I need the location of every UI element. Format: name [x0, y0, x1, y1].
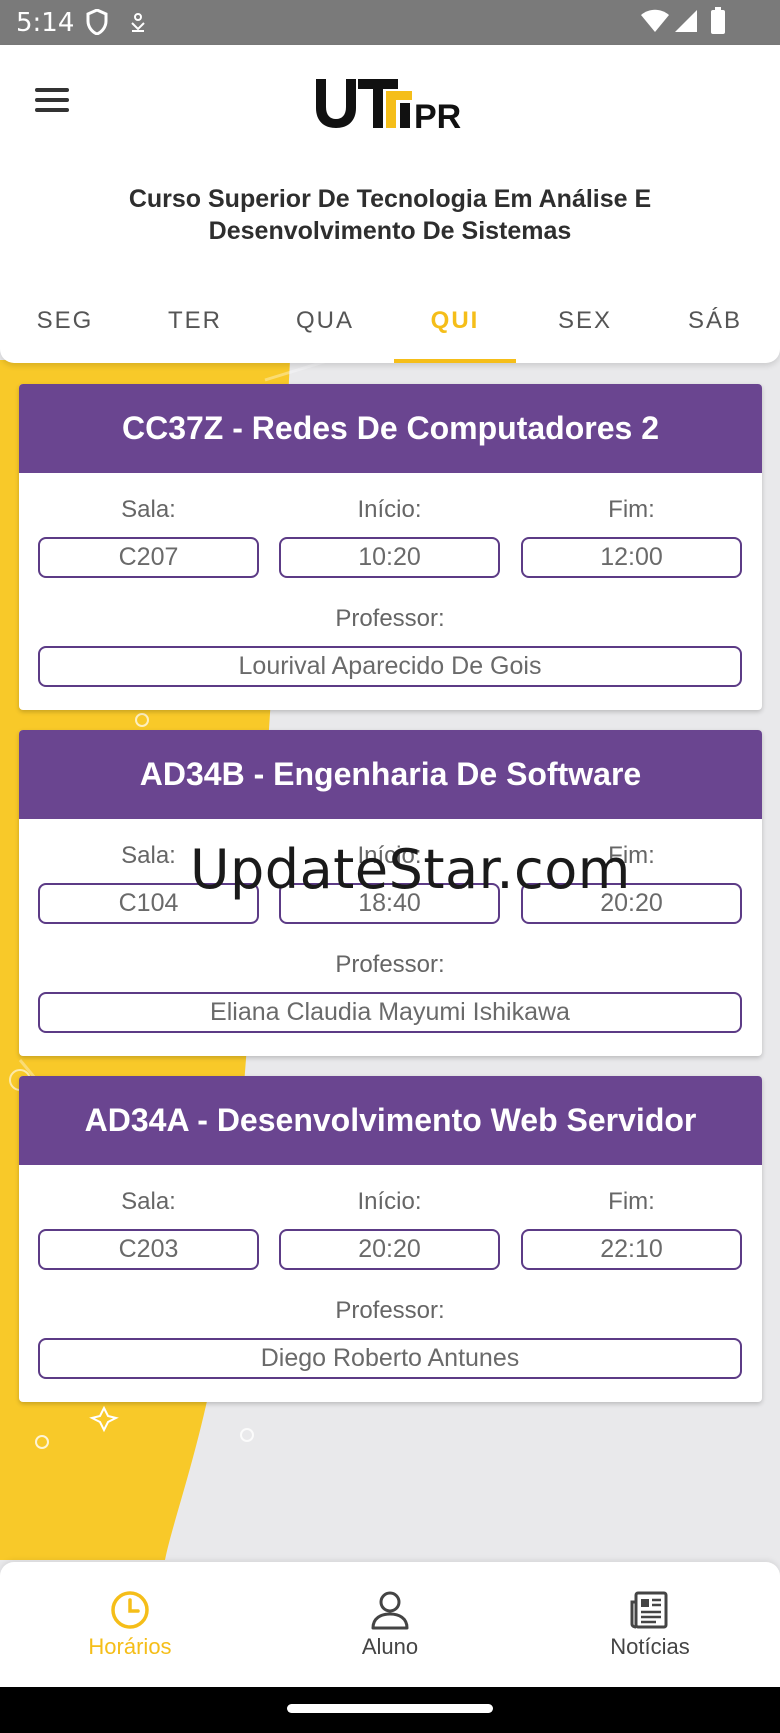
nav-horarios[interactable]: Horários — [50, 1590, 210, 1660]
app-header: PR Curso Superior De Tecnologia Em Análi… — [0, 45, 780, 363]
start-label: Início: — [357, 1188, 422, 1215]
class-title: AD34B - Engenharia De Software — [19, 730, 762, 819]
tab-sab[interactable]: SÁB — [650, 295, 780, 363]
end-value: 22:10 — [521, 1229, 742, 1270]
start-value: 10:20 — [279, 537, 500, 578]
battery-icon — [711, 7, 725, 34]
status-bar: 5:14 — [0, 0, 780, 45]
menu-button[interactable] — [30, 80, 76, 120]
tab-sex[interactable]: SEX — [520, 295, 650, 363]
home-gesture-bar[interactable] — [287, 1704, 493, 1713]
utfpr-logo: PR — [316, 79, 461, 133]
newspaper-icon — [630, 1591, 668, 1629]
system-nav-bar — [0, 1687, 780, 1733]
signal-icon — [675, 10, 697, 32]
nav-noticias[interactable]: Notícias — [570, 1590, 730, 1660]
watermark: UpdateStar.com — [190, 838, 631, 901]
end-value: 12:00 — [521, 537, 742, 578]
download-icon — [131, 13, 145, 32]
bottom-nav: Horários Aluno Notícias — [0, 1562, 780, 1687]
nav-aluno[interactable]: Aluno — [310, 1590, 470, 1660]
room-value: C207 — [38, 537, 259, 578]
class-card[interactable]: AD34A - Desenvolvimento Web Servidor Sal… — [19, 1076, 762, 1402]
nav-label-noticias: Notícias — [610, 1634, 690, 1659]
professor-label: Professor: — [335, 605, 445, 632]
room-label: Sala: — [121, 496, 176, 523]
status-time: 5:14 — [16, 8, 75, 38]
start-value: 20:20 — [279, 1229, 500, 1270]
tab-qua[interactable]: QUA — [260, 295, 390, 363]
start-label: Início: — [357, 496, 422, 523]
end-label: Fim: — [608, 1188, 655, 1215]
professor-value: Diego Roberto Antunes — [38, 1338, 742, 1379]
end-label: Fim: — [608, 496, 655, 523]
weekday-tabs: SEG TER QUA QUI SEX SÁB — [0, 295, 780, 363]
nav-label-aluno: Aluno — [361, 1634, 419, 1659]
room-label: Sala: — [121, 1188, 176, 1215]
class-card[interactable]: CC37Z - Redes De Computadores 2 Sala: In… — [19, 384, 762, 710]
clock-icon — [111, 1591, 149, 1629]
course-title: Curso Superior De Tecnologia Em Análise … — [128, 185, 652, 245]
tab-seg[interactable]: SEG — [0, 295, 130, 363]
wifi-icon — [641, 9, 669, 32]
room-value: C203 — [38, 1229, 259, 1270]
nav-label-horarios: Horários — [88, 1634, 172, 1659]
logo-text: PR — [414, 98, 461, 133]
professor-label: Professor: — [335, 951, 445, 978]
person-icon — [371, 1591, 409, 1630]
tab-ter[interactable]: TER — [130, 295, 260, 363]
professor-value: Eliana Claudia Mayumi Ishikawa — [38, 992, 742, 1033]
professor-value: Lourival Aparecido De Gois — [38, 646, 742, 687]
professor-label: Professor: — [335, 1297, 445, 1324]
shield-icon — [86, 9, 108, 35]
tab-qui[interactable]: QUI — [390, 295, 520, 363]
class-title: CC37Z - Redes De Computadores 2 — [19, 384, 762, 473]
class-title: AD34A - Desenvolvimento Web Servidor — [19, 1076, 762, 1165]
